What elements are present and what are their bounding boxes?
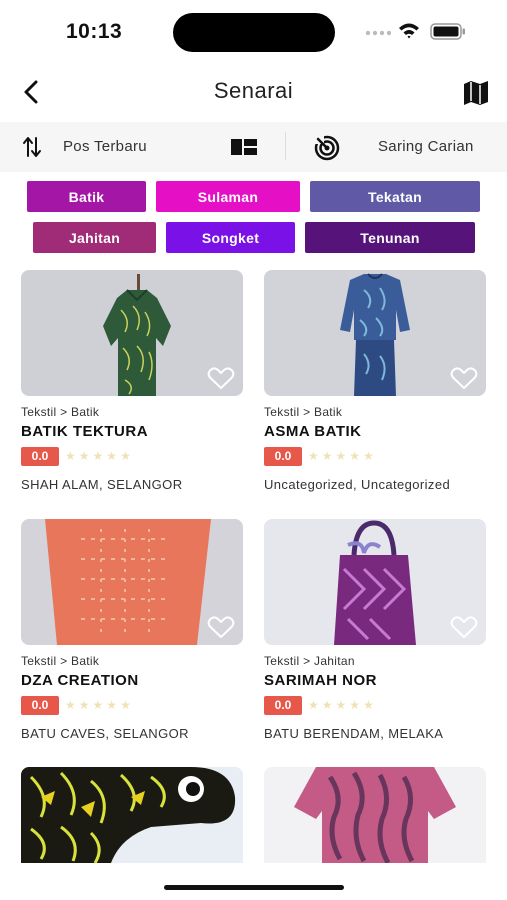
category-chip-batik[interactable]: Batik — [27, 181, 146, 212]
star-rating: ★ ★ ★ ★ ★ — [308, 698, 374, 712]
star-icon: ★ — [349, 449, 361, 463]
star-icon: ★ — [349, 698, 361, 712]
product-category: Tekstil > Batik — [21, 405, 100, 419]
product-image[interactable] — [264, 270, 486, 396]
product-category: Tekstil > Batik — [264, 405, 343, 419]
product-location: BATU CAVES, SELANGOR — [21, 726, 189, 741]
product-location: Uncategorized, Uncategorized — [264, 477, 451, 492]
product-category: Tekstil > Batik — [21, 654, 100, 668]
product-image[interactable] — [264, 767, 486, 863]
rating-row: 0.0 ★ ★ ★ ★ ★ — [264, 695, 486, 715]
star-icon: ★ — [92, 449, 104, 463]
product-card[interactable] — [264, 767, 486, 863]
status-bar: 10:13 — [0, 0, 507, 62]
category-chip-jahitan[interactable]: Jahitan — [33, 222, 156, 253]
star-icon: ★ — [308, 449, 319, 463]
product-image[interactable] — [21, 519, 243, 645]
product-category: Tekstil > Jahitan — [264, 654, 355, 668]
tie-dye-shirt-illustration — [294, 767, 456, 863]
product-name[interactable]: DZA CREATION — [21, 672, 243, 689]
heart-icon[interactable] — [450, 366, 478, 390]
category-chip-tekatan[interactable]: Tekatan — [310, 181, 480, 212]
product-name[interactable]: ASMA BATIK — [264, 423, 486, 440]
product-image[interactable] — [21, 270, 243, 396]
star-rating: ★ ★ ★ ★ ★ — [65, 449, 131, 463]
rating-badge: 0.0 — [21, 446, 59, 466]
sort-filter-toolbar: Pos Terbaru Saring Carian — [0, 122, 507, 172]
product-name[interactable]: BATIK TEKTURA — [21, 423, 243, 440]
star-icon: ★ — [321, 698, 333, 712]
rating-row: 0.0 ★ ★ ★ ★ ★ — [264, 446, 486, 466]
star-rating: ★ ★ ★ ★ ★ — [308, 449, 374, 463]
rating-row: 0.0 ★ ★ ★ ★ ★ — [21, 446, 243, 466]
star-icon: ★ — [363, 698, 374, 712]
battery-icon — [430, 23, 465, 40]
product-image[interactable] — [21, 767, 243, 863]
product-card[interactable] — [21, 767, 243, 863]
star-icon: ★ — [92, 698, 104, 712]
star-rating: ★ ★ ★ ★ ★ — [65, 698, 131, 712]
rating-badge: 0.0 — [264, 446, 302, 466]
star-icon: ★ — [120, 449, 131, 463]
star-icon: ★ — [335, 698, 347, 712]
product-card[interactable]: Tekstil > Batik ASMA BATIK 0.0 ★ ★ ★ ★ ★ Unc… — [264, 270, 486, 492]
app-header: Senarai — [0, 62, 507, 122]
star-icon: ★ — [78, 449, 90, 463]
star-icon: ★ — [65, 449, 76, 463]
toolbar-divider — [285, 132, 286, 160]
star-icon: ★ — [335, 449, 347, 463]
star-icon: ★ — [120, 698, 131, 712]
product-image[interactable] — [264, 519, 486, 645]
rating-badge: 0.0 — [264, 695, 302, 715]
star-icon: ★ — [106, 698, 118, 712]
rating-badge: 0.0 — [21, 695, 59, 715]
filter-radar-icon[interactable] — [313, 135, 341, 161]
product-name[interactable]: SARIMAH NOR — [264, 672, 486, 689]
heart-icon[interactable] — [450, 615, 478, 639]
filter-button[interactable]: Saring Carian — [378, 138, 474, 155]
product-location: BATU BERENDAM, MELAKA — [264, 726, 444, 741]
category-chip-tenunan[interactable]: Tenunan — [305, 222, 475, 253]
product-card[interactable]: Tekstil > Batik DZA CREATION 0.0 ★ ★ ★ ★ ★ B… — [21, 519, 243, 741]
home-indicator[interactable] — [164, 885, 344, 890]
star-icon: ★ — [78, 698, 90, 712]
star-icon: ★ — [321, 449, 333, 463]
status-time: 10:13 — [66, 20, 123, 43]
layout-grid-icon[interactable] — [231, 139, 257, 155]
star-icon: ★ — [106, 449, 118, 463]
wifi-icon — [399, 23, 419, 39]
sort-button[interactable]: Pos Terbaru — [63, 138, 147, 155]
product-card[interactable]: Tekstil > Batik BATIK TEKTURA 0.0 ★ ★ ★ ★ ★ … — [21, 270, 243, 492]
batik-fabric-illustration — [21, 767, 236, 863]
product-card[interactable]: Tekstil > Jahitan SARIMAH NOR 0.0 ★ ★ ★ ★ ★ … — [264, 519, 486, 741]
dynamic-island — [173, 13, 335, 52]
star-icon: ★ — [363, 449, 374, 463]
rating-row: 0.0 ★ ★ ★ ★ ★ — [21, 695, 243, 715]
product-location: SHAH ALAM, SELANGOR — [21, 477, 183, 492]
heart-icon[interactable] — [207, 615, 235, 639]
star-icon: ★ — [308, 698, 319, 712]
star-icon: ★ — [65, 698, 76, 712]
cellular-signal-icon — [365, 30, 391, 36]
heart-icon[interactable] — [207, 366, 235, 390]
page-title: Senarai — [213, 78, 294, 103]
category-chip-sulaman[interactable]: Sulaman — [156, 181, 300, 212]
sort-icon[interactable] — [22, 136, 42, 158]
map-icon[interactable] — [462, 80, 490, 106]
category-chip-songket[interactable]: Songket — [166, 222, 295, 253]
